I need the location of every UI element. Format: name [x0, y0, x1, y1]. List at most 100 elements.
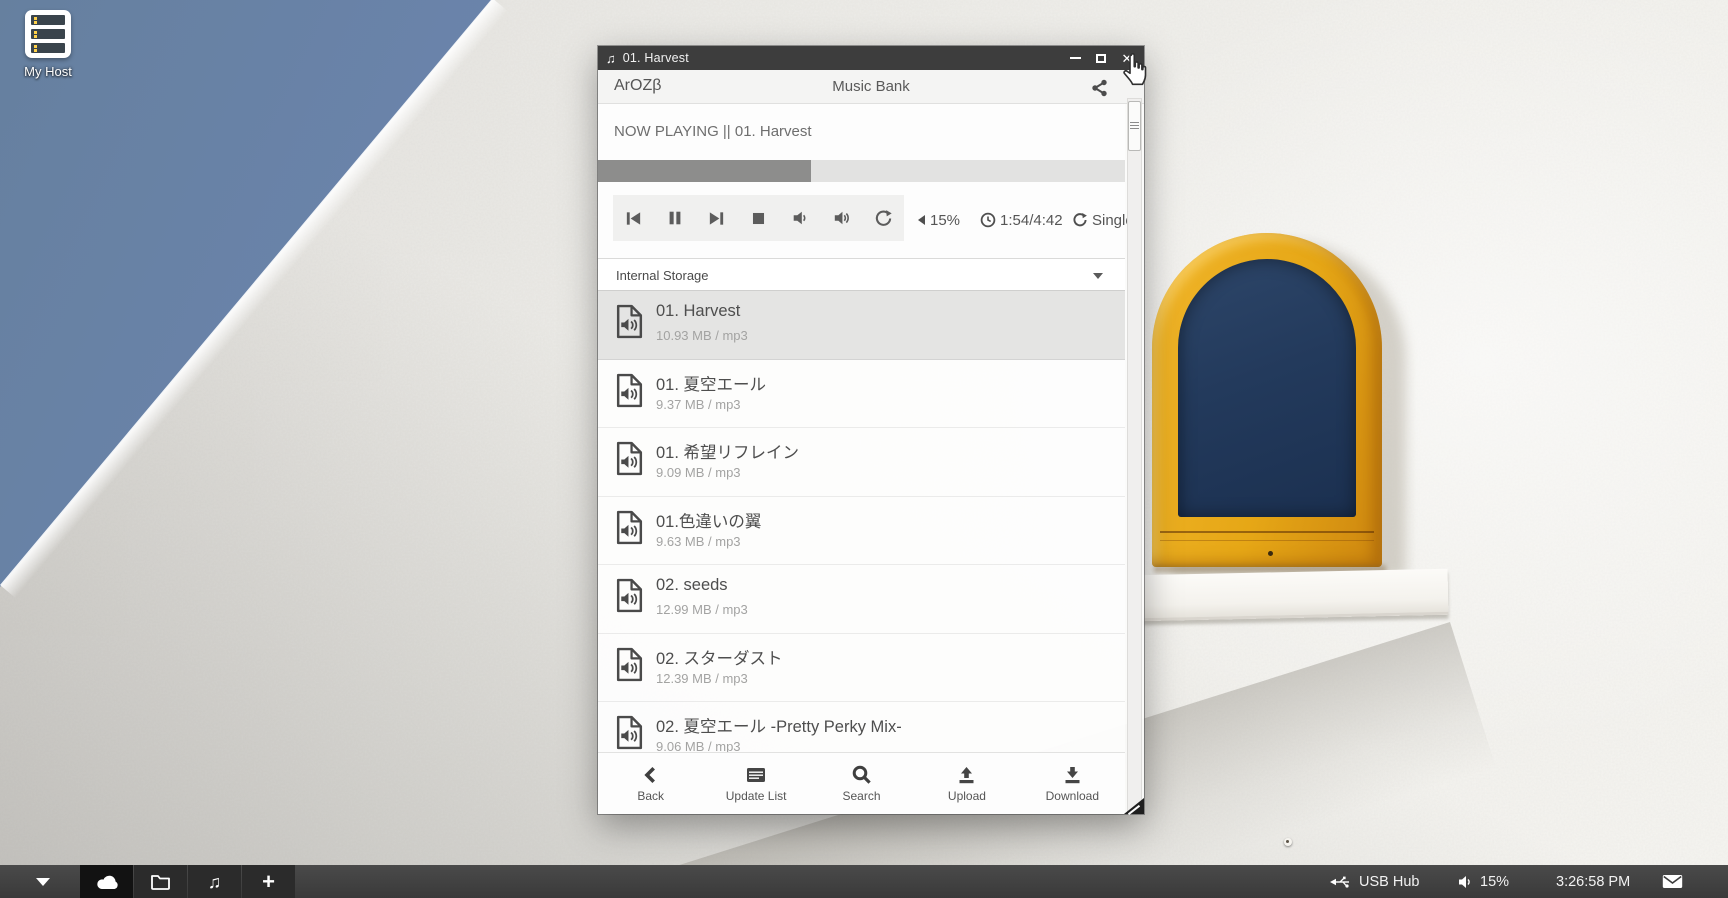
- loop-mode-toggle[interactable]: Single: [1072, 182, 1134, 258]
- download-icon: [1062, 765, 1083, 785]
- track-title: 01. 夏空エール: [656, 371, 766, 395]
- track-size: 10.93 MB / mp3: [656, 328, 748, 343]
- previous-button[interactable]: [619, 203, 649, 233]
- window-titlebar[interactable]: ♫ 01. Harvest ✕: [598, 46, 1144, 70]
- close-button[interactable]: ✕: [1114, 46, 1140, 70]
- folder-icon: [150, 873, 171, 890]
- upload-button[interactable]: Upload: [914, 753, 1019, 814]
- track-row[interactable]: 01.色違いの翼 9.63 MB / mp3: [598, 497, 1125, 566]
- app-header: ArOZβ Music Bank: [598, 70, 1144, 104]
- back-button[interactable]: Back: [598, 753, 703, 814]
- pause-button[interactable]: [660, 203, 690, 233]
- track-row[interactable]: 01. 希望リフレイン 9.09 MB / mp3: [598, 428, 1125, 497]
- loop-single-icon: [1072, 212, 1088, 228]
- time-value: 1:54/4:42: [1000, 212, 1063, 229]
- storage-selected-value: Internal Storage: [616, 268, 709, 283]
- audio-file-icon: [616, 304, 643, 339]
- minimize-icon: [1070, 57, 1081, 59]
- volume-up-icon: [833, 209, 851, 227]
- volume-up-button[interactable]: [827, 203, 857, 233]
- clock-icon: [980, 212, 996, 228]
- progress-fill: [598, 160, 811, 182]
- volume-value: 15%: [930, 212, 960, 229]
- track-row[interactable]: 02. seeds 12.99 MB / mp3: [598, 565, 1125, 634]
- track-size: 9.06 MB / mp3: [656, 739, 741, 752]
- volume-indicator: 15%: [916, 182, 960, 258]
- taskbar-mail-button[interactable]: [1662, 865, 1683, 898]
- shortcut-my-host[interactable]: My Host: [10, 10, 86, 79]
- nail: [1284, 838, 1292, 846]
- track-title: 02. スターダスト: [656, 645, 783, 669]
- system-volume-value: 15%: [1480, 874, 1509, 890]
- track-title: 01.色違いの翼: [656, 508, 761, 532]
- share-icon: [1088, 77, 1110, 99]
- window-title: 01. Harvest: [623, 51, 689, 65]
- arched-window: [1152, 233, 1382, 567]
- taskbar-app-files[interactable]: [134, 865, 187, 898]
- track-row[interactable]: 02. スターダスト 12.39 MB / mp3: [598, 634, 1125, 703]
- player-controls: 15% 1:54/4:42 Single: [598, 182, 1125, 258]
- close-icon: ✕: [1122, 52, 1133, 65]
- volume-down-button[interactable]: [785, 203, 815, 233]
- arched-window-glass: [1178, 259, 1356, 517]
- update-list-button[interactable]: Update List: [703, 753, 808, 814]
- track-size: 9.37 MB / mp3: [656, 397, 741, 412]
- chevron-down-icon: [1093, 273, 1103, 279]
- audio-file-icon: [616, 578, 643, 613]
- repeat-button[interactable]: [868, 203, 898, 233]
- maximize-button[interactable]: [1088, 46, 1114, 70]
- music-player-window: ♫ 01. Harvest ✕ ArOZβ Music Bank NOW PLA…: [598, 46, 1144, 814]
- skip-next-icon: [707, 209, 726, 228]
- audio-file-icon: [616, 715, 643, 750]
- stop-button[interactable]: [743, 203, 773, 233]
- track-title: 01. 希望リフレイン: [656, 439, 799, 463]
- server-icon: [25, 10, 71, 58]
- track-size: 12.39 MB / mp3: [656, 671, 748, 686]
- track-row[interactable]: 02. 夏空エール -Pretty Perky Mix- 9.06 MB / m…: [598, 702, 1125, 752]
- scrollbar-thumb[interactable]: [1128, 101, 1141, 151]
- usb-hub-status[interactable]: USB Hub: [1330, 865, 1419, 898]
- speaker-icon: [1458, 875, 1473, 889]
- taskbar-app-add[interactable]: +: [242, 865, 295, 898]
- usb-icon: [1330, 875, 1352, 889]
- download-button[interactable]: Download: [1020, 753, 1125, 814]
- plus-icon: +: [262, 871, 275, 893]
- minimize-button[interactable]: [1062, 46, 1088, 70]
- storage-selector[interactable]: Internal Storage: [598, 258, 1125, 291]
- back-icon: [642, 765, 660, 785]
- maximize-icon: [1096, 54, 1106, 63]
- resize-handle[interactable]: [1124, 798, 1144, 814]
- taskbar-clock: 3:26:58 PM: [1556, 865, 1630, 898]
- next-button[interactable]: [702, 203, 732, 233]
- stop-icon: [750, 210, 767, 227]
- time-indicator: 1:54/4:42: [980, 182, 1063, 258]
- music-note-icon: ♫: [208, 873, 222, 891]
- track-title: 02. 夏空エール -Pretty Perky Mix-: [656, 713, 902, 737]
- share-button[interactable]: [1088, 77, 1110, 99]
- track-row[interactable]: 01. Harvest 10.93 MB / mp3: [598, 291, 1125, 360]
- track-size: 12.99 MB / mp3: [656, 602, 748, 617]
- track-title: 01. Harvest: [656, 302, 740, 321]
- page-title: Music Bank: [598, 78, 1144, 95]
- transport-panel: [613, 195, 904, 241]
- volume-mini-icon: [916, 214, 926, 226]
- seek-bar[interactable]: [598, 160, 1125, 182]
- taskbar-app-music[interactable]: ♫: [188, 865, 241, 898]
- taskbar-chevron-button[interactable]: [36, 878, 50, 886]
- pause-icon: [666, 209, 684, 227]
- now-playing-text: NOW PLAYING || 01. Harvest: [614, 123, 812, 140]
- envelope-icon: [1662, 874, 1683, 889]
- window-sill: [1136, 569, 1449, 622]
- usb-hub-label: USB Hub: [1359, 874, 1419, 890]
- track-list: 01. Harvest 10.93 MB / mp3 01. 夏空エール 9.3…: [598, 291, 1125, 752]
- search-icon: [851, 764, 872, 785]
- search-button[interactable]: Search: [809, 753, 914, 814]
- track-row[interactable]: 01. 夏空エール 9.37 MB / mp3: [598, 360, 1125, 429]
- taskbar-app-cloud[interactable]: [80, 865, 133, 898]
- audio-file-icon: [616, 441, 643, 476]
- window-scrollbar[interactable]: [1127, 98, 1142, 812]
- volume-down-icon: [791, 209, 809, 227]
- track-size: 9.63 MB / mp3: [656, 534, 741, 549]
- system-volume-status[interactable]: 15%: [1458, 865, 1509, 898]
- audio-file-icon: [616, 510, 643, 545]
